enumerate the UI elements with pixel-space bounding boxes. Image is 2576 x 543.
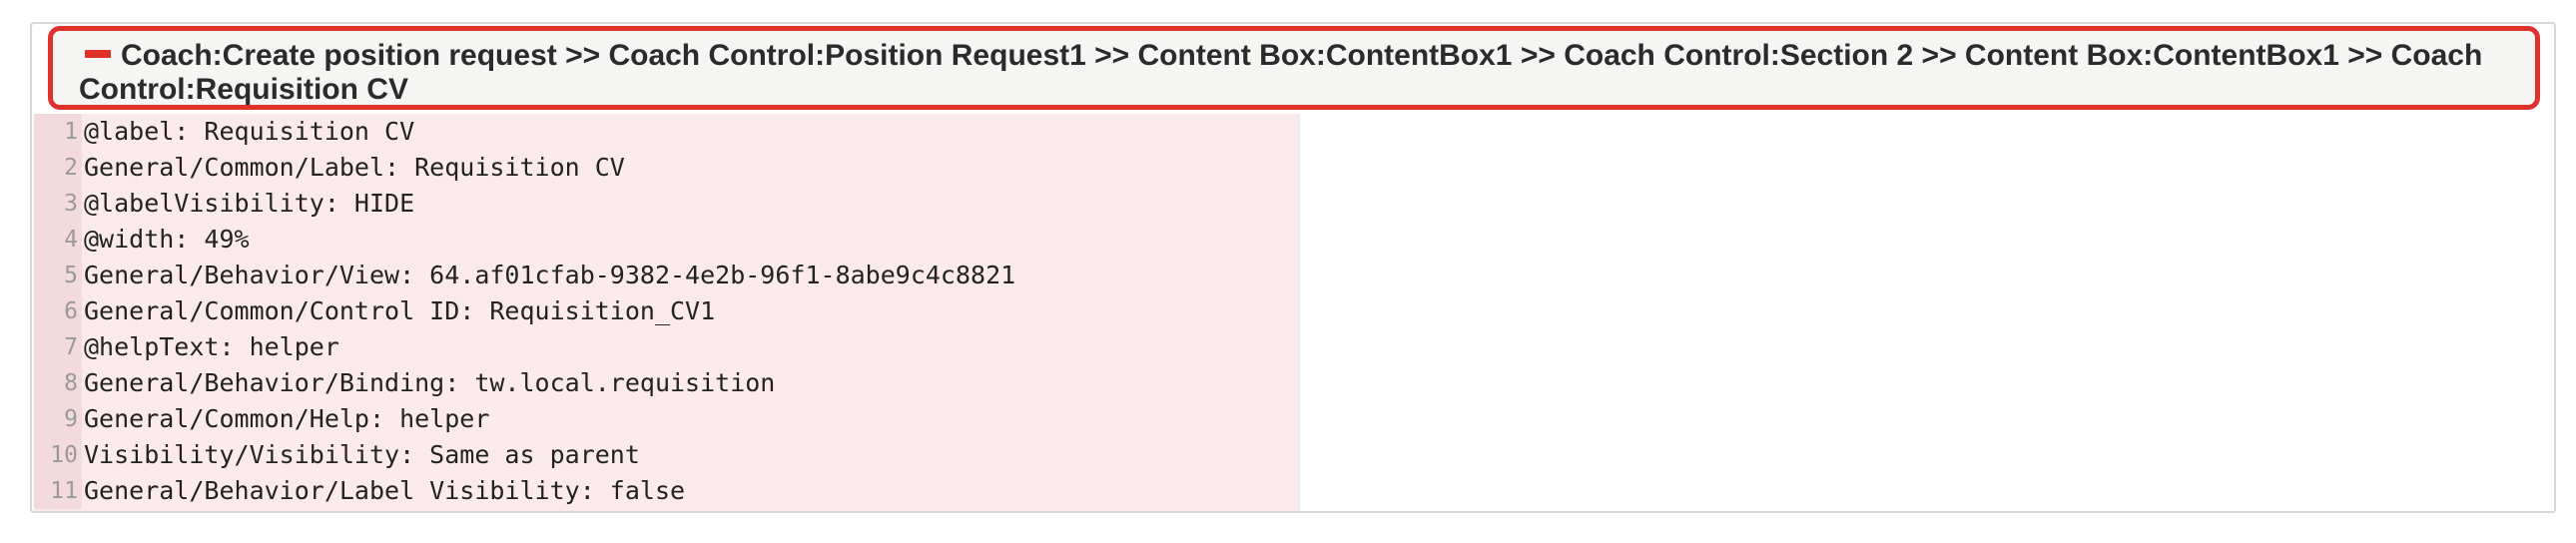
code-line: 8 General/Behavior/Binding: tw.local.requ… bbox=[34, 365, 1299, 401]
code-line: 6 General/Common/Control ID: Requisition_… bbox=[34, 293, 1299, 329]
section-header[interactable]: Coach:Create position request >> Coach C… bbox=[48, 26, 2540, 110]
collapse-icon[interactable] bbox=[85, 50, 111, 59]
line-text: @label: Requisition CV bbox=[84, 117, 415, 146]
line-text: General/Common/Control ID: Requisition_C… bbox=[84, 296, 716, 325]
removed-pane: 1 @label: Requisition CV 2 General/Common/… bbox=[34, 114, 1300, 511]
line-number: 7 bbox=[34, 329, 82, 365]
line-number: 10 bbox=[34, 437, 82, 473]
line-text: General/Behavior/View: 64.af01cfab-9382-… bbox=[84, 261, 1016, 289]
line-text: @helpText: helper bbox=[84, 332, 339, 361]
added-pane bbox=[1300, 114, 2554, 511]
line-text: General/Behavior/Binding: tw.local.requi… bbox=[84, 368, 776, 397]
code-line: 11 General/Behavior/Label Visibility: fal… bbox=[34, 473, 1299, 509]
line-text: @labelVisibility: HIDE bbox=[84, 189, 415, 218]
code-line: 5 General/Behavior/View: 64.af01cfab-9382… bbox=[34, 258, 1299, 293]
line-number: 6 bbox=[34, 293, 82, 329]
line-number: 8 bbox=[34, 365, 82, 401]
code-line: 2 General/Common/Label: Requisition CV bbox=[34, 150, 1299, 186]
code-view: 1 @label: Requisition CV 2 General/Common/… bbox=[34, 114, 2554, 511]
line-number: 9 bbox=[34, 401, 82, 437]
code-line: 1 @label: Requisition CV bbox=[34, 114, 1299, 150]
line-number: 1 bbox=[34, 114, 82, 150]
line-text: Visibility/Visibility: Same as parent bbox=[84, 440, 640, 469]
line-number: 3 bbox=[34, 186, 82, 222]
line-number: 2 bbox=[34, 150, 82, 186]
code-line: 10 Visibility/Visibility: Same as parent bbox=[34, 437, 1299, 473]
line-number: 5 bbox=[34, 258, 82, 293]
code-line: 9 General/Common/Help: helper bbox=[34, 401, 1299, 437]
diff-panel: Coach:Create position request >> Coach C… bbox=[30, 22, 2556, 513]
code-line: 4 @width: 49% bbox=[34, 222, 1299, 258]
line-text: @width: 49% bbox=[84, 225, 250, 254]
breadcrumb: Coach:Create position request >> Coach C… bbox=[79, 39, 2483, 106]
code-line: 3 @labelVisibility: HIDE bbox=[34, 186, 1299, 222]
code-line: 7 @helpText: helper bbox=[34, 329, 1299, 365]
line-text: General/Common/Help: helper bbox=[84, 404, 490, 433]
line-number: 11 bbox=[34, 473, 82, 509]
line-number: 4 bbox=[34, 222, 82, 258]
line-text: General/Common/Label: Requisition CV bbox=[84, 153, 625, 182]
line-text: General/Behavior/Label Visibility: false bbox=[84, 476, 686, 505]
